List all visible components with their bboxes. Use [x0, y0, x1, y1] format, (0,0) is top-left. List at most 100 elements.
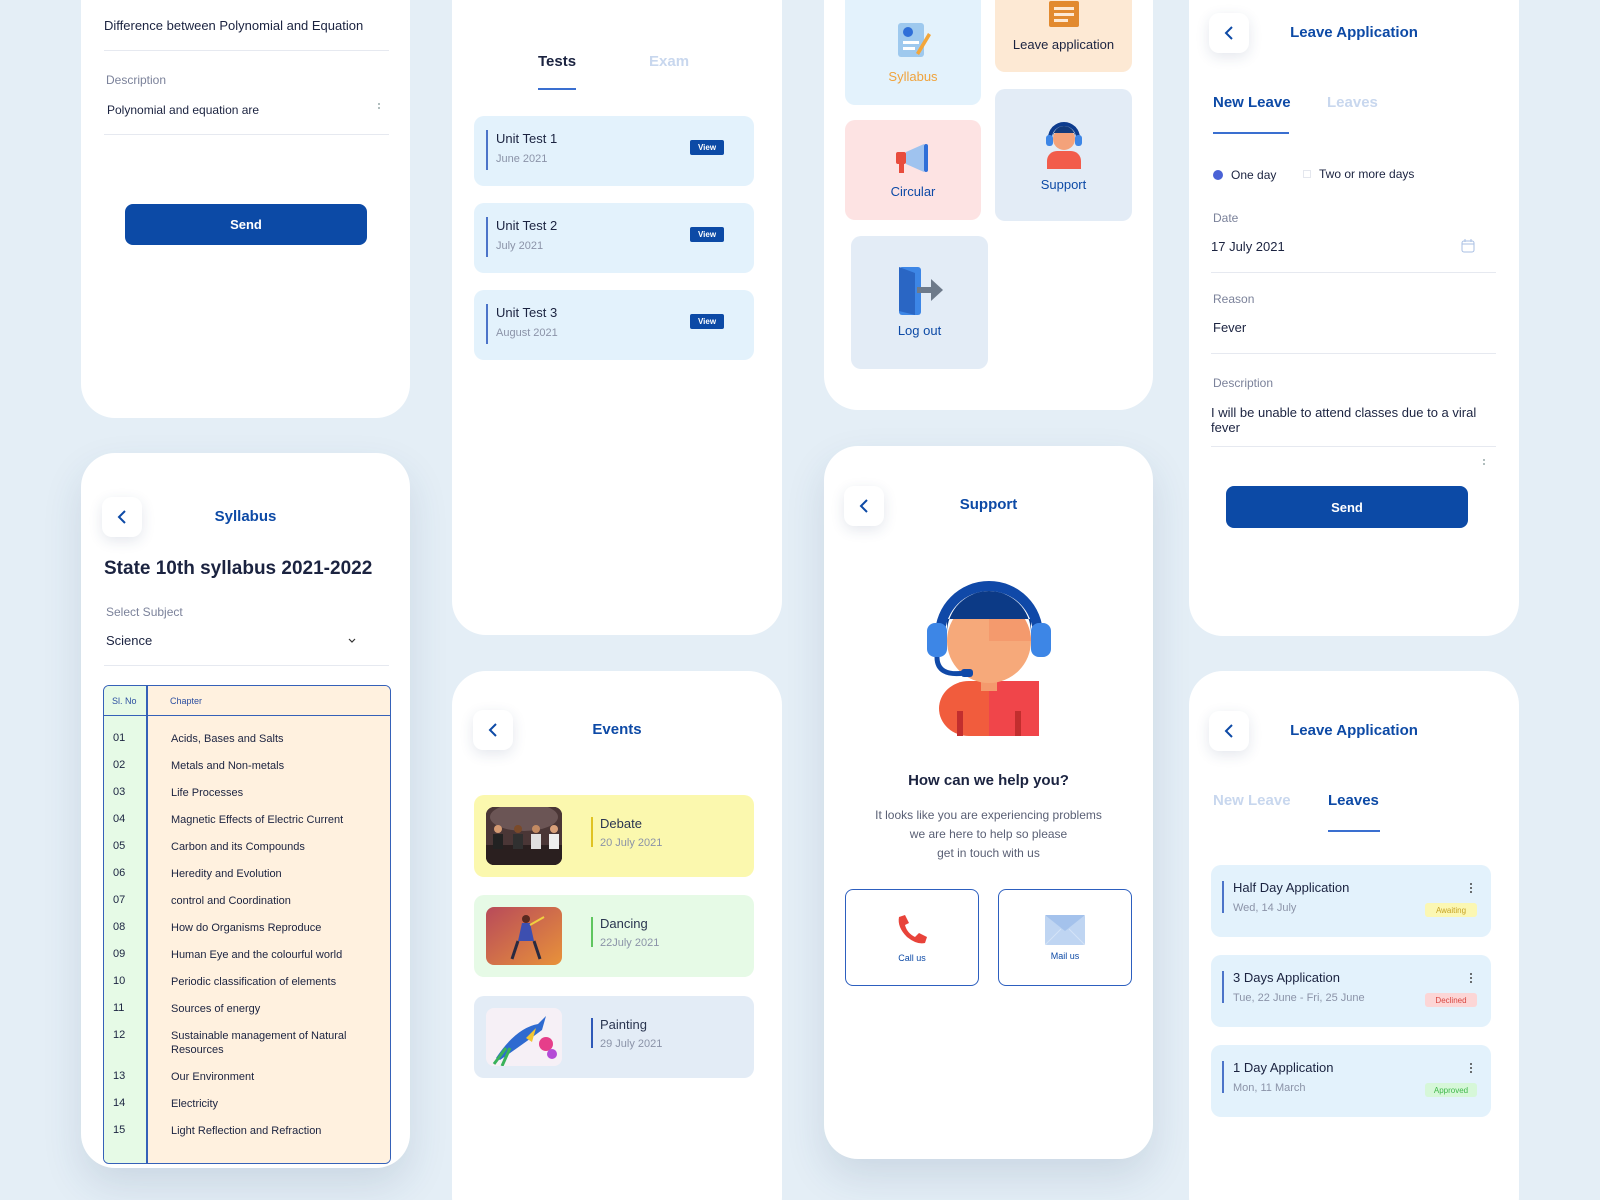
tab-new-leave-label: New Leave [1213, 792, 1291, 809]
tile-circular[interactable]: Circular [845, 120, 981, 220]
divider [104, 50, 389, 51]
subject-select[interactable]: Science [106, 632, 356, 652]
test-item[interactable]: Unit Test 1 June 2021 View [474, 116, 754, 186]
radio-unchecked-icon [1303, 170, 1311, 178]
page-title: Events [592, 721, 642, 738]
accent-bar [1222, 881, 1224, 913]
divider [1211, 446, 1496, 447]
more-options-icon[interactable] [1469, 971, 1473, 985]
row-number: 06 [113, 867, 126, 879]
calendar-icon[interactable] [1461, 239, 1475, 253]
tab-leaves-label: Leaves [1328, 792, 1379, 809]
support-screen: Support How can we help you? It looks li… [824, 446, 1153, 1159]
event-title: Painting [600, 1017, 647, 1032]
tile-syllabus-label: Syllabus [888, 69, 938, 84]
more-options-icon[interactable] [1469, 1061, 1473, 1075]
row-number: 01 [113, 732, 126, 744]
column-header-chapter: Chapter [170, 696, 203, 706]
radio-one-day[interactable]: One day [1213, 168, 1276, 182]
tile-syllabus[interactable]: Syllabus [845, 0, 981, 105]
tab-leaves[interactable]: Leaves [1328, 792, 1379, 809]
tab-new-leave[interactable]: New Leave [1213, 792, 1291, 809]
call-us-button[interactable]: Call us [845, 889, 979, 986]
status-badge: Awaiting [1425, 903, 1477, 917]
description-field[interactable]: Polynomial and equation are [107, 103, 259, 117]
tab-exam-label: Exam [649, 53, 690, 70]
test-date: August 2021 [496, 327, 558, 339]
leave-application-icon [1048, 0, 1079, 27]
events-screen: Events Debate 20 July 2021 Dancing 22Jul… [452, 671, 782, 1200]
help-message-line: get in touch with us [937, 846, 1040, 860]
description-label: Description [106, 73, 167, 87]
description-label: Description [1213, 376, 1274, 390]
leave-item[interactable]: Half Day Application Wed, 14 July Awaiti… [1211, 865, 1491, 937]
tab-new-leave[interactable]: New Leave [1213, 94, 1291, 111]
chapter-name: control and Coordination [171, 895, 291, 907]
tile-logout-label: Log out [897, 323, 942, 338]
syllabus-table: Sl. No Chapter 01 Acids, Bases and Salts … [103, 685, 391, 1164]
chapter-name: How do Organisms Reproduce [171, 922, 322, 934]
event-item[interactable]: Painting 29 July 2021 [474, 996, 754, 1078]
mail-us-button[interactable]: Mail us [998, 889, 1132, 986]
title-value[interactable]: Difference between Polynomial and Equati… [104, 18, 363, 33]
date-field[interactable]: 17 July 2021 [1211, 239, 1285, 254]
more-options-icon[interactable] [1469, 881, 1473, 895]
resize-handle-icon [378, 101, 380, 111]
accent-bar [591, 1018, 593, 1048]
event-item[interactable]: Debate 20 July 2021 [474, 795, 754, 877]
leave-item[interactable]: 3 Days Application Tue, 22 June - Fri, 2… [1211, 955, 1491, 1027]
send-button[interactable]: Send [1226, 486, 1468, 528]
event-date: 29 July 2021 [600, 1038, 663, 1050]
support-agent-illustration [927, 581, 1051, 736]
chapter-name: Carbon and its Compounds [171, 841, 305, 853]
radio-two-or-more[interactable]: Two or more days [1303, 167, 1414, 181]
chevron-down-icon [348, 638, 356, 643]
dancing-image [486, 907, 562, 965]
radio-one-day-label: One day [1231, 168, 1277, 182]
chapter-name: Periodic classification of elements [171, 976, 337, 988]
tab-leaves[interactable]: Leaves [1327, 94, 1378, 111]
reason-field[interactable]: Fever [1213, 320, 1246, 335]
test-item[interactable]: Unit Test 2 July 2021 View [474, 203, 754, 273]
mail-us-label: Mail us [1050, 950, 1080, 961]
tab-tests-underline [538, 88, 576, 90]
new-leave-screen: Leave Application New Leave Leaves One d… [1189, 0, 1519, 636]
row-number: 08 [113, 921, 126, 933]
column-header-sl: Sl. No [112, 696, 137, 706]
tab-new-leave-underline [1213, 132, 1289, 134]
row-number: 07 [113, 894, 126, 906]
tile-leave-application-label: Leave application [1012, 36, 1115, 52]
event-item[interactable]: Dancing 22July 2021 [474, 895, 754, 977]
tile-support[interactable]: Support [995, 89, 1132, 221]
description-field[interactable]: I will be unable to attend classes due t… [1211, 405, 1496, 435]
divider [1211, 353, 1496, 354]
support-agent-icon [1045, 121, 1082, 169]
leave-item[interactable]: 1 Day Application Mon, 11 March Approved [1211, 1045, 1491, 1117]
tile-logout[interactable]: Log out [851, 236, 988, 369]
test-item[interactable]: Unit Test 3 August 2021 View [474, 290, 754, 360]
syllabus-heading: State 10th syllabus 2021-2022 [104, 558, 373, 579]
tab-tests[interactable]: Tests [538, 53, 576, 70]
call-us-label: Call us [898, 952, 926, 963]
accent-bar [591, 817, 593, 847]
view-button[interactable]: View [690, 314, 724, 329]
view-button[interactable]: View [690, 140, 724, 155]
tab-tests-label: Tests [538, 53, 577, 70]
send-button[interactable]: Send [125, 204, 367, 245]
tab-exam[interactable]: Exam [649, 53, 689, 70]
tile-leave-application[interactable]: Leave application [995, 0, 1132, 72]
leave-date: Wed, 14 July [1233, 902, 1297, 914]
event-title: Dancing [600, 916, 648, 931]
accent-bar [591, 917, 593, 947]
help-heading: How can we help you? [908, 772, 1069, 789]
tests-screen: Tests Exam Unit Test 1 June 2021 View Un… [452, 0, 782, 635]
view-button[interactable]: View [690, 227, 724, 242]
chapter-name: Acids, Bases and Salts [171, 733, 284, 745]
column-separator [146, 686, 148, 1163]
event-date: 20 July 2021 [600, 837, 663, 849]
leave-title: Half Day Application [1233, 880, 1350, 895]
chapter-name: Sustainable management of Natural Resour… [171, 1030, 347, 1056]
radio-two-or-more-label: Two or more days [1319, 167, 1415, 181]
status-badge: Approved [1425, 1083, 1477, 1097]
status-badge: Declined [1425, 993, 1477, 1007]
